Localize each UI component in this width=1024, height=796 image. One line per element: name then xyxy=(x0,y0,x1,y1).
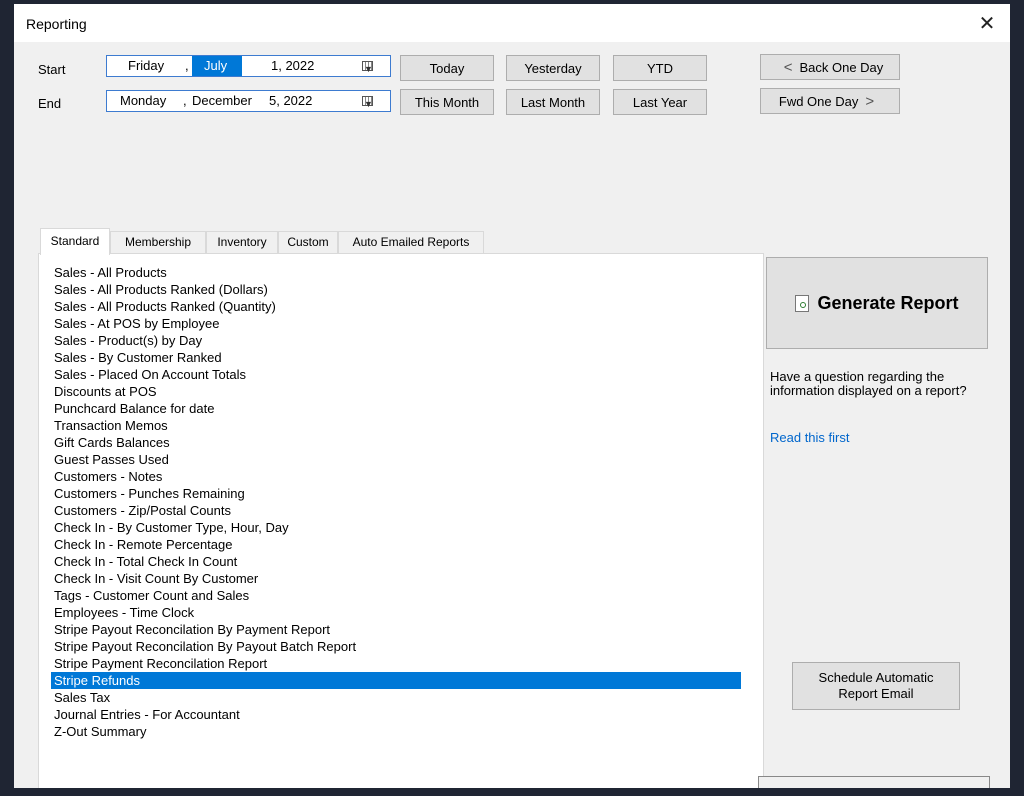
report-list-item[interactable]: Discounts at POS xyxy=(51,383,741,400)
back-one-day-label: Back One Day xyxy=(799,59,884,75)
report-list-item[interactable]: Customers - Punches Remaining xyxy=(51,485,741,502)
report-list-item[interactable]: Stripe Payout Reconcilation By Payout Ba… xyxy=(51,638,741,655)
fwd-one-day-button[interactable]: Fwd One Day > xyxy=(760,88,900,114)
help-text: Have a question regarding the informatio… xyxy=(770,369,967,398)
report-list-item[interactable]: Sales - At POS by Employee xyxy=(51,315,741,332)
schedule-automatic-report-email-button[interactable]: Schedule Automatic Report Email xyxy=(792,662,960,710)
start-separator: , xyxy=(185,58,189,73)
report-list-item[interactable]: Journal Entries - For Accountant xyxy=(51,706,741,723)
tab-auto-emailed-reports[interactable]: Auto Emailed Reports xyxy=(338,231,484,253)
close-icon[interactable]: ✕ xyxy=(964,4,1010,42)
tab-membership[interactable]: Membership xyxy=(110,231,206,253)
fwd-one-day-label: Fwd One Day xyxy=(778,93,859,109)
last-year-button[interactable]: Last Year xyxy=(613,89,707,115)
start-month[interactable]: July xyxy=(192,56,242,76)
report-list-item[interactable]: Sales Tax xyxy=(51,689,741,706)
standard-tab-panel: Sales - All Products Sales - All Products… xyxy=(38,253,764,788)
report-list-item[interactable]: Sales - Placed On Account Totals xyxy=(51,366,741,383)
generate-report-button[interactable]: Generate Report xyxy=(766,257,988,349)
last-month-button[interactable]: Last Month xyxy=(506,89,600,115)
generate-report-label: Generate Report xyxy=(817,292,959,313)
report-list-item[interactable]: Check In - By Customer Type, Hour, Day xyxy=(51,519,741,536)
report-list-item[interactable]: Sales - All Products Ranked (Dollars) xyxy=(51,281,741,298)
end-label: End xyxy=(38,96,62,111)
window-title: Reporting xyxy=(26,16,87,32)
report-list-item[interactable]: Guest Passes Used xyxy=(51,451,741,468)
report-list-item[interactable]: Customers - Zip/Postal Counts xyxy=(51,502,741,519)
report-search-icon xyxy=(795,294,810,312)
report-list-item[interactable]: Punchcard Balance for date xyxy=(51,400,741,417)
report-list-item[interactable]: Stripe Refunds xyxy=(51,672,741,689)
report-list-item[interactable]: Sales - By Customer Ranked xyxy=(51,349,741,366)
chevron-right-icon: > xyxy=(865,92,875,110)
start-date-picker[interactable]: Friday , July 1, 2022 ▼ xyxy=(106,55,391,77)
bottom-panel-frame xyxy=(758,776,990,788)
start-weekday[interactable]: Friday xyxy=(128,56,164,76)
end-dayyear[interactable]: 5, 2022 xyxy=(269,91,312,111)
report-list-item[interactable]: Sales - All Products Ranked (Quantity) xyxy=(51,298,741,315)
report-list-item[interactable]: Transaction Memos xyxy=(51,417,741,434)
calendar-dropdown-icon[interactable]: ▼ xyxy=(362,59,386,74)
ytd-button[interactable]: YTD xyxy=(613,55,707,81)
reporting-window: Reporting ✕ Start Friday , July 1, 2022 … xyxy=(14,4,1010,788)
report-list-item[interactable]: Gift Cards Balances xyxy=(51,434,741,451)
report-list-item[interactable]: Sales - All Products xyxy=(51,264,741,281)
back-one-day-button[interactable]: < Back One Day xyxy=(760,54,900,80)
end-separator: , xyxy=(183,93,187,108)
report-list-item[interactable]: Stripe Payout Reconcilation By Payment R… xyxy=(51,621,741,638)
this-month-button[interactable]: This Month xyxy=(400,89,494,115)
tab-custom[interactable]: Custom xyxy=(278,231,338,253)
start-label: Start xyxy=(38,62,66,77)
report-list-item[interactable]: Z-Out Summary xyxy=(51,723,741,740)
report-list-item[interactable]: Tags - Customer Count and Sales xyxy=(51,587,741,604)
read-this-first-link[interactable]: Read this first xyxy=(770,430,849,445)
today-button[interactable]: Today xyxy=(400,55,494,81)
report-list[interactable]: Sales - All Products Sales - All Products… xyxy=(51,264,741,740)
calendar-dropdown-icon[interactable]: ▼ xyxy=(362,94,386,109)
report-list-item[interactable]: Sales - Product(s) by Day xyxy=(51,332,741,349)
chevron-left-icon: < xyxy=(783,58,793,76)
report-list-item[interactable]: Customers - Notes xyxy=(51,468,741,485)
tab-inventory[interactable]: Inventory xyxy=(206,231,278,253)
end-weekday[interactable]: Monday xyxy=(120,91,166,111)
end-date-picker[interactable]: Monday , December 5, 2022 ▼ xyxy=(106,90,391,112)
yesterday-button[interactable]: Yesterday xyxy=(506,55,600,81)
title-bar: Reporting ✕ xyxy=(14,4,1010,42)
report-list-item[interactable]: Stripe Payment Reconcilation Report xyxy=(51,655,741,672)
start-dayyear[interactable]: 1, 2022 xyxy=(271,56,314,76)
report-list-item[interactable]: Check In - Visit Count By Customer xyxy=(51,570,741,587)
report-list-item[interactable]: Check In - Remote Percentage xyxy=(51,536,741,553)
tab-standard[interactable]: Standard xyxy=(40,228,110,255)
report-list-item[interactable]: Check In - Total Check In Count xyxy=(51,553,741,570)
end-month[interactable]: December xyxy=(192,91,252,111)
schedule-label: Schedule Automatic Report Email xyxy=(818,670,934,701)
report-list-item[interactable]: Employees - Time Clock xyxy=(51,604,741,621)
